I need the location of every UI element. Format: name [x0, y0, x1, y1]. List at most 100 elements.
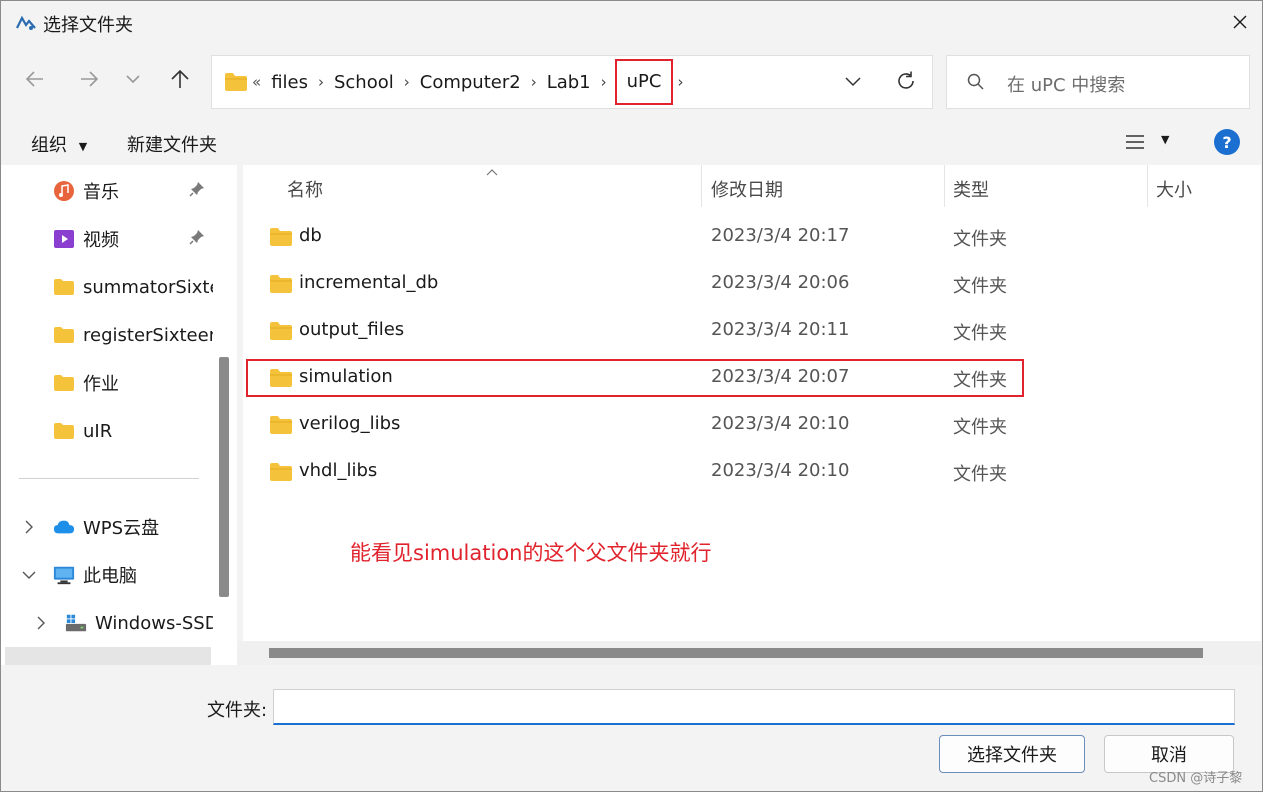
sidebar-item-label: 作业	[83, 374, 119, 395]
chevron-right-icon[interactable]	[33, 615, 49, 631]
file-name: output_files	[299, 319, 405, 340]
chevron-down-icon[interactable]	[21, 567, 37, 583]
breadcrumb-item[interactable]: School	[334, 72, 394, 93]
folder-icon	[269, 415, 293, 440]
help-button[interactable]: ?	[1214, 129, 1240, 155]
select-folder-button[interactable]: 选择文件夹	[939, 735, 1085, 773]
navigation-bar: « files › School › Computer2 › Lab1 › uP…	[1, 45, 1262, 119]
chevron-down-icon	[125, 71, 141, 92]
column-header-name[interactable]: 名称	[287, 165, 323, 209]
breadcrumb-item[interactable]: files	[271, 72, 308, 93]
up-button[interactable]	[162, 63, 198, 99]
back-button[interactable]	[17, 63, 53, 99]
sidebar-item-label: 此电脑	[83, 566, 137, 587]
refresh-button[interactable]	[892, 69, 920, 97]
sidebar-item-drive[interactable]: Windows-SSD	[1, 600, 213, 646]
sidebar-item-folder[interactable]: 作业	[1, 360, 213, 406]
list-view-icon	[1125, 133, 1145, 156]
sidebar-item-videos[interactable]: 视频	[1, 216, 213, 262]
column-header-type[interactable]: 类型	[953, 165, 989, 209]
organize-menu[interactable]: 组织 ▼	[31, 131, 87, 157]
sidebar-item-this-pc[interactable]: 此电脑	[1, 552, 213, 598]
recent-locations-button[interactable]	[115, 63, 151, 99]
folder-picker-dialog: 选择文件夹 « files › School › Computer2 › Lab…	[0, 0, 1263, 792]
close-icon	[1232, 14, 1248, 35]
folder-icon	[269, 321, 293, 346]
title-bar: 选择文件夹	[1, 1, 1262, 45]
chevron-right-icon[interactable]: ›	[404, 73, 410, 91]
sidebar-item-folder[interactable]: uIR	[1, 408, 213, 454]
file-modified: 2023/3/4 20:17	[711, 225, 850, 246]
sidebar-item-music[interactable]: 音乐	[1, 168, 213, 214]
dialog-footer: 文件夹: 选择文件夹 取消 CSDN @诗子黎	[1, 665, 1262, 791]
video-icon	[53, 228, 75, 250]
sidebar-item-partial[interactable]	[5, 647, 211, 665]
search-placeholder[interactable]: 在 uPC 中搜索	[1007, 71, 1125, 97]
breadcrumb-item[interactable]: Lab1	[547, 72, 591, 93]
breadcrumb-item[interactable]: Computer2	[420, 72, 521, 93]
folder-icon	[269, 462, 293, 487]
file-modified: 2023/3/4 20:10	[711, 460, 850, 481]
caret-down-icon: ▼	[78, 139, 88, 153]
chevron-right-icon[interactable]: ›	[318, 73, 324, 91]
file-row[interactable]: output_files 2023/3/4 20:11 文件夹	[243, 308, 1261, 354]
chevron-right-icon[interactable]: ›	[601, 73, 607, 91]
file-row[interactable]: simulation 2023/3/4 20:07 文件夹	[243, 355, 1261, 401]
sort-ascending-icon	[485, 161, 499, 182]
file-type: 文件夹	[953, 464, 1007, 485]
file-modified: 2023/3/4 20:11	[711, 319, 850, 340]
command-bar: 组织 ▼ 新建文件夹 ▼ ?	[1, 119, 1262, 165]
file-row[interactable]: incremental_db 2023/3/4 20:06 文件夹	[243, 261, 1261, 307]
column-divider[interactable]	[944, 165, 945, 207]
breadcrumb-current[interactable]: uPC	[614, 59, 674, 105]
file-type: 文件夹	[953, 276, 1007, 297]
column-header-size[interactable]: 大小	[1156, 165, 1192, 209]
forward-button[interactable]	[71, 63, 107, 99]
chevron-right-icon[interactable]: ›	[677, 73, 683, 91]
file-row[interactable]: vhdl_libs 2023/3/4 20:10 文件夹	[243, 449, 1261, 495]
arrow-up-icon	[169, 68, 191, 95]
pin-icon[interactable]	[189, 229, 205, 250]
column-header-modified[interactable]: 修改日期	[711, 165, 783, 209]
column-divider[interactable]	[1147, 165, 1148, 207]
refresh-icon	[895, 70, 917, 97]
chevron-right-icon[interactable]: ›	[531, 73, 537, 91]
file-type: 文件夹	[953, 229, 1007, 250]
sidebar-item-folder[interactable]: summatorSixteen	[1, 264, 213, 310]
search-box[interactable]: 在 uPC 中搜索	[946, 55, 1250, 109]
sidebar-divider	[19, 478, 199, 479]
folder-icon	[53, 324, 75, 346]
breadcrumb: « files › School › Computer2 › Lab1 › uP…	[252, 56, 693, 108]
column-divider[interactable]	[701, 165, 702, 207]
sidebar-item-label: 视频	[83, 230, 119, 251]
arrow-right-icon	[79, 69, 99, 94]
breadcrumb-overflow[interactable]: «	[252, 73, 261, 91]
app-icon	[15, 12, 37, 34]
search-icon	[967, 73, 985, 96]
file-row[interactable]: db 2023/3/4 20:17 文件夹	[243, 214, 1261, 260]
horizontal-scrollbar-thumb[interactable]	[269, 648, 1203, 658]
file-name: simulation	[299, 366, 393, 387]
new-folder-button[interactable]: 新建文件夹	[127, 131, 217, 157]
folder-icon	[269, 227, 293, 252]
pin-icon[interactable]	[189, 181, 205, 202]
address-history-dropdown[interactable]	[840, 70, 866, 96]
sidebar-item-folder[interactable]: registerSixteen	[1, 312, 213, 358]
watermark: CSDN @诗子黎	[1149, 771, 1243, 786]
file-name: incremental_db	[299, 272, 439, 293]
window-title: 选择文件夹	[43, 15, 133, 36]
cloud-icon	[53, 516, 75, 538]
sidebar-scrollbar-thumb[interactable]	[219, 357, 229, 597]
folder-icon	[53, 372, 75, 394]
chevron-right-icon[interactable]	[21, 519, 37, 535]
sidebar-item-label: registerSixteen	[83, 324, 213, 346]
view-options-button[interactable]: ▼	[1125, 131, 1175, 155]
drive-icon	[65, 612, 87, 634]
file-row[interactable]: verilog_libs 2023/3/4 20:10 文件夹	[243, 402, 1261, 448]
folder-name-input[interactable]	[273, 689, 1235, 725]
address-bar[interactable]: « files › School › Computer2 › Lab1 › uP…	[211, 55, 933, 109]
sidebar-item-wps-cloud[interactable]: WPS云盘	[1, 504, 213, 550]
close-button[interactable]	[1223, 7, 1257, 41]
file-name: vhdl_libs	[299, 460, 378, 481]
file-list: 名称 修改日期 类型 大小 db 2023/3/4 20:17 文件夹 incr…	[243, 165, 1261, 641]
